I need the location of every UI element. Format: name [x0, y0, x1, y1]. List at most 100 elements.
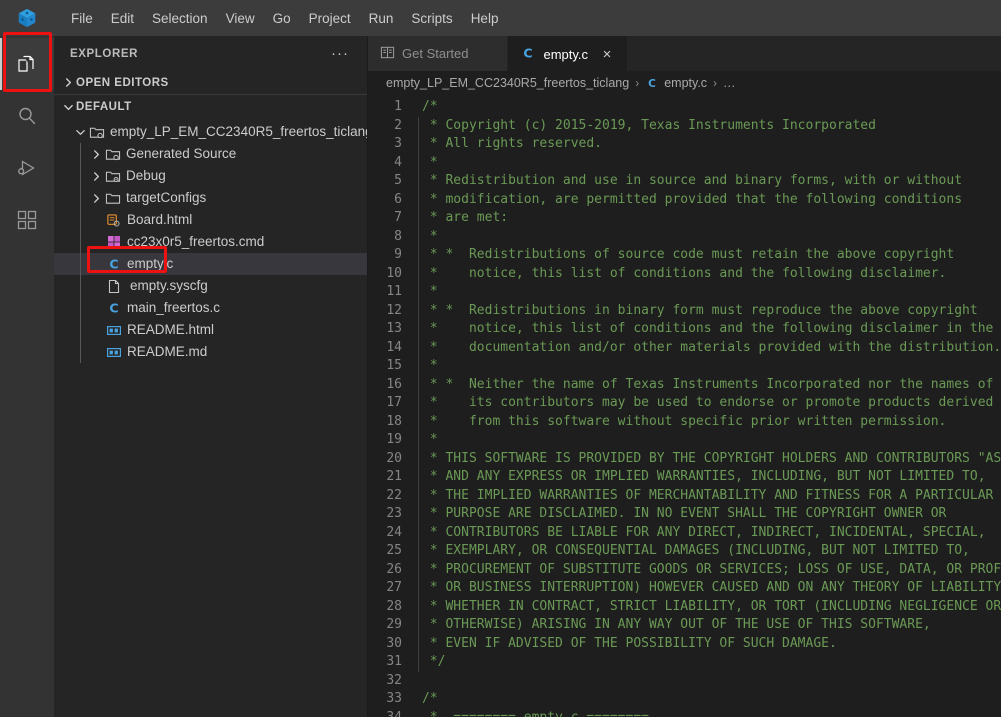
tree-item-generated-source[interactable]: Generated Source	[54, 143, 367, 165]
tree-item-main-freertos-c[interactable]: C main_freertos.c	[54, 297, 367, 319]
tab-close-icon[interactable]: ×	[599, 47, 615, 62]
line-number: 5	[368, 172, 402, 191]
indent-guide	[418, 154, 419, 173]
chevron-right-icon[interactable]	[88, 171, 104, 182]
tree-item-readme-html[interactable]: README.html	[54, 319, 367, 341]
tree-item-cmd-file[interactable]: cc23x0r5_freertos.cmd	[54, 231, 367, 253]
menu-edit[interactable]: Edit	[102, 8, 143, 29]
menu-go[interactable]: Go	[264, 8, 300, 29]
section-open-editors-label: OPEN EDITORS	[76, 77, 169, 89]
menu-selection[interactable]: Selection	[143, 8, 217, 29]
breadcrumb-item-file[interactable]: C empty.c	[645, 76, 707, 91]
line-number: 3	[368, 135, 402, 154]
code-content[interactable]: /* * Copyright (c) 2015-2019, Texas Inst…	[412, 95, 1001, 717]
activity-item-extensions[interactable]	[0, 194, 54, 246]
line-number: 32	[368, 672, 402, 691]
code-line[interactable]: * * Redistributions in binary form must …	[412, 302, 1001, 321]
code-line[interactable]: * * Neither the name of Texas Instrument…	[412, 376, 1001, 395]
code-line[interactable]: * notice, this list of conditions and th…	[412, 320, 1001, 339]
tree-item-board-html[interactable]: Board.html	[54, 209, 367, 231]
menu-help[interactable]: Help	[462, 8, 508, 29]
code-line[interactable]: * AND ANY EXPRESS OR IMPLIED WARRANTIES,…	[412, 468, 1001, 487]
menu-file[interactable]: File	[62, 8, 102, 29]
code-line[interactable]: * EVEN IF ADVISED OF THE POSSIBILITY OF …	[412, 635, 1001, 654]
code-line[interactable]: * EXEMPLARY, OR CONSEQUENTIAL DAMAGES (I…	[412, 542, 1001, 561]
menu-view[interactable]: View	[217, 8, 264, 29]
get-started-icon	[380, 45, 395, 63]
tree-item-label: Generated Source	[126, 147, 236, 161]
menu-scripts[interactable]: Scripts	[402, 8, 461, 29]
line-number: 30	[368, 635, 402, 654]
tree-item-project-root[interactable]: empty_LP_EM_CC2340R5_freertos_ticlang	[54, 121, 367, 143]
code-line[interactable]: /*	[412, 98, 1001, 117]
tree-item-debug[interactable]: Debug	[54, 165, 367, 187]
line-number: 16	[368, 376, 402, 395]
line-number: 14	[368, 339, 402, 358]
code-line[interactable]: *	[412, 283, 1001, 302]
tree-item-label: empty.c	[127, 257, 173, 271]
breadcrumb-item-project[interactable]: empty_LP_EM_CC2340R5_freertos_ticlang	[386, 76, 629, 90]
code-line[interactable]: * its contributors may be used to endors…	[412, 394, 1001, 413]
activity-item-search[interactable]	[0, 90, 54, 142]
code-line[interactable]: * THIS SOFTWARE IS PROVIDED BY THE COPYR…	[412, 450, 1001, 469]
breadcrumb-separator-icon: ›	[713, 76, 717, 90]
workbench-body: EXPLORER ··· OPEN EDITORS DEFAULT	[0, 36, 1001, 717]
folder-link-icon	[104, 146, 121, 162]
chevron-down-icon[interactable]	[72, 127, 88, 138]
tree-item-target-configs[interactable]: targetConfigs	[54, 187, 367, 209]
code-line[interactable]: * OR BUSINESS INTERRUPTION) HOWEVER CAUS…	[412, 579, 1001, 598]
indent-guide	[418, 394, 419, 413]
indent-guide	[80, 297, 81, 319]
breadcrumb-item-symbol[interactable]: …	[723, 76, 736, 90]
tab-empty-c[interactable]: C empty.c ×	[508, 36, 628, 71]
line-number: 11	[368, 283, 402, 302]
code-editor[interactable]: 1234567891011121314151617181920212223242…	[368, 95, 1001, 717]
code-line[interactable]: * PROCUREMENT OF SUBSTITUTE GOODS OR SER…	[412, 561, 1001, 580]
tab-label: Get Started	[402, 46, 468, 61]
chevron-right-icon[interactable]	[88, 149, 104, 160]
line-number: 8	[368, 228, 402, 247]
tree-item-label: Debug	[126, 169, 166, 183]
tree-item-empty-syscfg[interactable]: empty.syscfg	[54, 275, 367, 297]
sidebar-more-actions-button[interactable]: ···	[331, 50, 349, 58]
code-line[interactable]: * PURPOSE ARE DISCLAIMED. IN NO EVENT SH…	[412, 505, 1001, 524]
chevron-right-icon[interactable]	[88, 193, 104, 204]
code-line[interactable]: * WHETHER IN CONTRACT, STRICT LIABILITY,…	[412, 598, 1001, 617]
section-default[interactable]: DEFAULT	[54, 95, 367, 119]
tree-item-readme-md[interactable]: README.md	[54, 341, 367, 363]
code-line[interactable]: * are met:	[412, 209, 1001, 228]
code-line[interactable]	[412, 672, 1001, 691]
indent-guide	[80, 143, 81, 165]
line-number: 23	[368, 505, 402, 524]
code-line[interactable]: *	[412, 431, 1001, 450]
code-line[interactable]: * modification, are permitted provided t…	[412, 191, 1001, 210]
indent-guide	[418, 431, 419, 450]
tree-item-empty-c[interactable]: C empty.c	[54, 253, 367, 275]
code-line[interactable]: * from this software without specific pr…	[412, 413, 1001, 432]
menu-run[interactable]: Run	[360, 8, 403, 29]
code-line[interactable]: * OTHERWISE) ARISING IN ANY WAY OUT OF T…	[412, 616, 1001, 635]
line-number: 6	[368, 191, 402, 210]
tab-get-started[interactable]: Get Started ×	[368, 36, 508, 71]
code-line[interactable]: * Copyright (c) 2015-2019, Texas Instrum…	[412, 117, 1001, 136]
activity-item-run-and-debug[interactable]	[0, 142, 54, 194]
section-open-editors[interactable]: OPEN EDITORS	[54, 71, 367, 95]
code-line[interactable]: /*	[412, 690, 1001, 709]
code-line[interactable]: * All rights reserved.	[412, 135, 1001, 154]
code-line[interactable]: */	[412, 653, 1001, 672]
code-line[interactable]: * ======== empty.c ========	[412, 709, 1001, 717]
code-line[interactable]: *	[412, 357, 1001, 376]
code-line[interactable]: * THE IMPLIED WARRANTIES OF MERCHANTABIL…	[412, 487, 1001, 506]
menu-bar: File Edit Selection View Go Project Run …	[62, 8, 507, 29]
tab-bar-filler	[628, 36, 1001, 71]
code-line[interactable]: * * Redistributions of source code must …	[412, 246, 1001, 265]
menu-project[interactable]: Project	[300, 8, 360, 29]
code-line[interactable]: *	[412, 154, 1001, 173]
code-line[interactable]: * CONTRIBUTORS BE LIABLE FOR ANY DIRECT,…	[412, 524, 1001, 543]
activity-item-explorer[interactable]	[0, 38, 54, 90]
code-line[interactable]: * notice, this list of conditions and th…	[412, 265, 1001, 284]
code-line[interactable]: *	[412, 228, 1001, 247]
code-line[interactable]: * Redistribution and use in source and b…	[412, 172, 1001, 191]
indent-guide	[418, 191, 419, 210]
code-line[interactable]: * documentation and/or other materials p…	[412, 339, 1001, 358]
